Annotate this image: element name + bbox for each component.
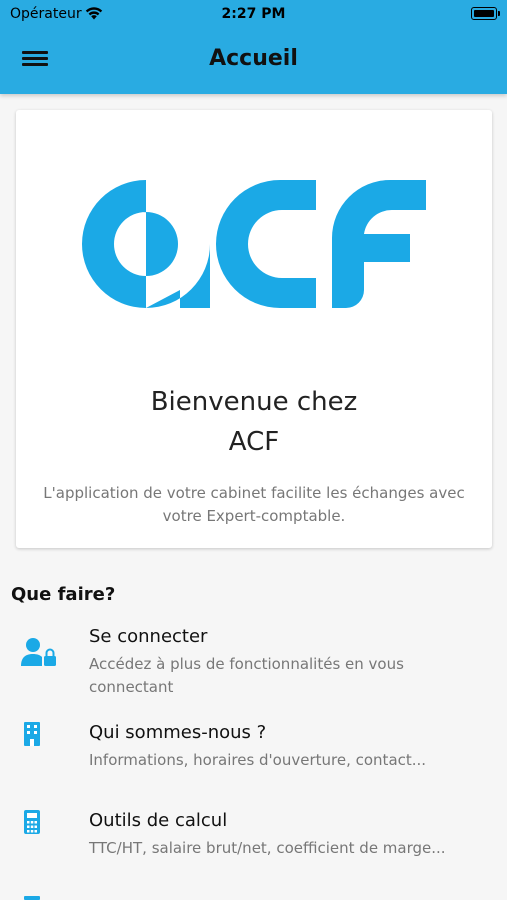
list-item-outils-de-calcul[interactable]: Outils de calcul TTC/HT, salaire brut/ne… — [0, 810, 507, 870]
item-title: Outils de calcul — [89, 810, 228, 831]
item-subtitle: Accédez à plus de fonctionnalités en vou… — [89, 655, 404, 696]
welcome-line-2: ACF — [228, 427, 280, 457]
welcome-line-1: Bienvenue chez — [150, 387, 358, 417]
item-subtitle: TTC/HT, salaire brut/net, coefficient de… — [89, 839, 446, 857]
list-item-se-connecter[interactable]: Se connecter Accédez à plus de fonctionn… — [0, 626, 507, 698]
navigation-bar: Accueil — [0, 28, 507, 94]
item-title: Qui sommes-nous ? — [89, 722, 267, 743]
section-title: Que faire? — [11, 584, 116, 605]
item-subtitle: Informations, horaires d'ouverture, cont… — [89, 751, 427, 769]
user-lock-icon — [21, 638, 56, 666]
item-title: Se connecter — [89, 626, 208, 647]
acf-logo — [82, 180, 426, 308]
status-time: 2:27 PM — [221, 6, 286, 22]
calculator-icon — [24, 810, 40, 834]
welcome-description: L'application de votre cabinet facilite … — [43, 484, 465, 525]
next-item-icon-partial — [24, 896, 40, 900]
page-title: Accueil — [209, 46, 298, 71]
list-item-qui-sommes-nous[interactable]: Qui sommes-nous ? Informations, horaires… — [0, 722, 507, 782]
status-bar: Opérateur 2:27 PM — [0, 0, 507, 28]
welcome-card: Bienvenue chez ACF L'application de votr… — [16, 110, 492, 548]
welcome-text: Bienvenue chez ACF — [16, 382, 492, 462]
building-icon — [24, 722, 40, 746]
app-header: Opérateur 2:27 PM Accueil — [0, 0, 507, 94]
battery-icon — [471, 7, 500, 20]
